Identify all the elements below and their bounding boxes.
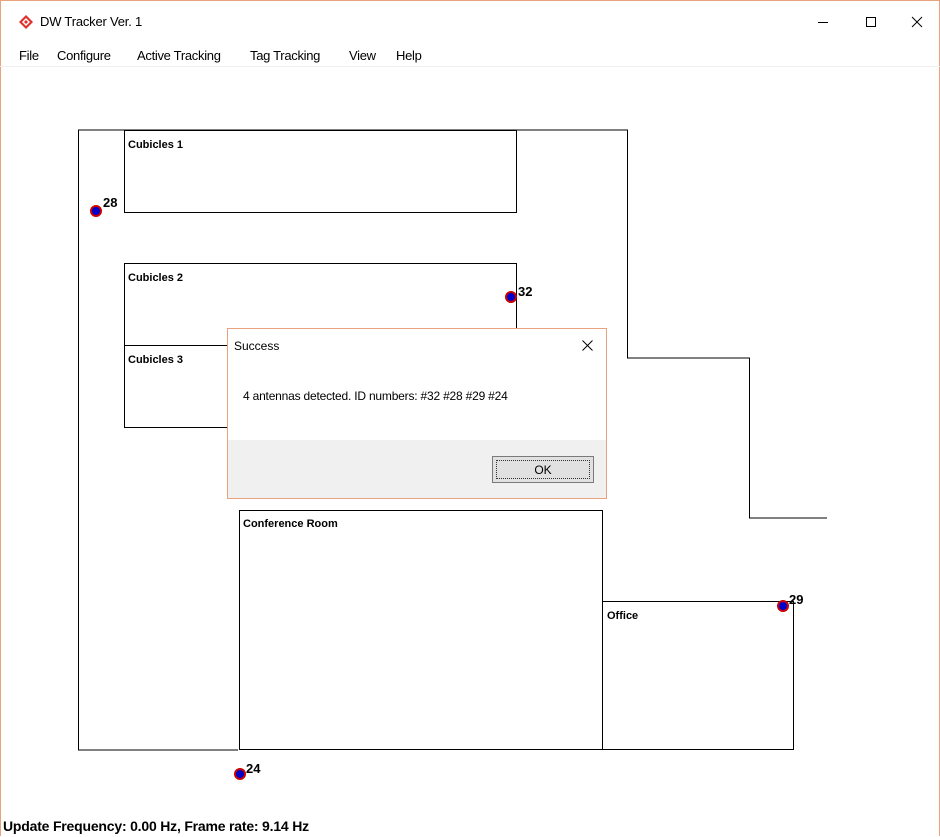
antenna-label: 24	[246, 761, 261, 776]
antenna-marker-icon	[234, 768, 246, 780]
antenna-marker-icon	[777, 600, 789, 612]
ok-button[interactable]: OK	[492, 456, 594, 483]
maximize-icon	[866, 17, 876, 27]
minimize-icon	[818, 22, 828, 23]
room-label: Cubicles 3	[128, 354, 183, 366]
antenna-label: 29	[789, 592, 803, 607]
antenna-29[interactable]: 29	[777, 592, 803, 612]
antenna-label: 32	[518, 284, 532, 299]
antenna-28[interactable]: 28	[90, 195, 117, 217]
antenna-24[interactable]: 24	[234, 761, 261, 780]
menu-help[interactable]: Help	[396, 48, 422, 63]
menu-bar: File Configure Active Tracking Tag Track…	[0, 44, 940, 66]
room-label: Office	[607, 610, 638, 622]
dialog-title: Success	[234, 339, 280, 353]
outer-wall-step	[627, 130, 827, 519]
menu-configure[interactable]: Configure	[57, 48, 111, 63]
minimize-button[interactable]	[800, 6, 846, 38]
room-conference	[239, 510, 603, 750]
window-title: DW Tracker Ver. 1	[40, 14, 143, 29]
room-cubicles-1	[124, 130, 517, 213]
success-dialog: Success 4 antennas detected. ID numbers:…	[227, 328, 607, 499]
maximize-button[interactable]	[848, 6, 894, 38]
menu-tag-tracking[interactable]: Tag Tracking	[250, 48, 320, 63]
ok-button-label: OK	[496, 460, 590, 479]
menu-file[interactable]: File	[19, 48, 39, 63]
antenna-marker-icon	[505, 291, 517, 303]
room-label: Cubicles 2	[128, 272, 183, 284]
antenna-marker-icon	[90, 205, 102, 217]
dialog-message: 4 antennas detected. ID numbers: #32 #28…	[243, 389, 508, 403]
menu-view[interactable]: View	[349, 48, 376, 63]
dialog-footer: OK	[228, 440, 606, 498]
app-icon	[19, 15, 33, 29]
dialog-close-button[interactable]	[574, 333, 600, 357]
room-office	[602, 601, 794, 750]
menu-active-tracking[interactable]: Active Tracking	[137, 48, 221, 63]
close-icon	[911, 16, 923, 28]
room-label: Cubicles 1	[128, 139, 183, 151]
antenna-label: 28	[103, 195, 117, 210]
title-bar[interactable]: DW Tracker Ver. 1	[0, 0, 940, 44]
room-label: Conference Room	[243, 518, 338, 530]
status-text: Update Frequency: 0.00 Hz, Frame rate: 9…	[3, 818, 309, 834]
close-icon	[581, 339, 593, 351]
close-button[interactable]	[894, 6, 940, 38]
antenna-32[interactable]: 32	[505, 284, 532, 303]
